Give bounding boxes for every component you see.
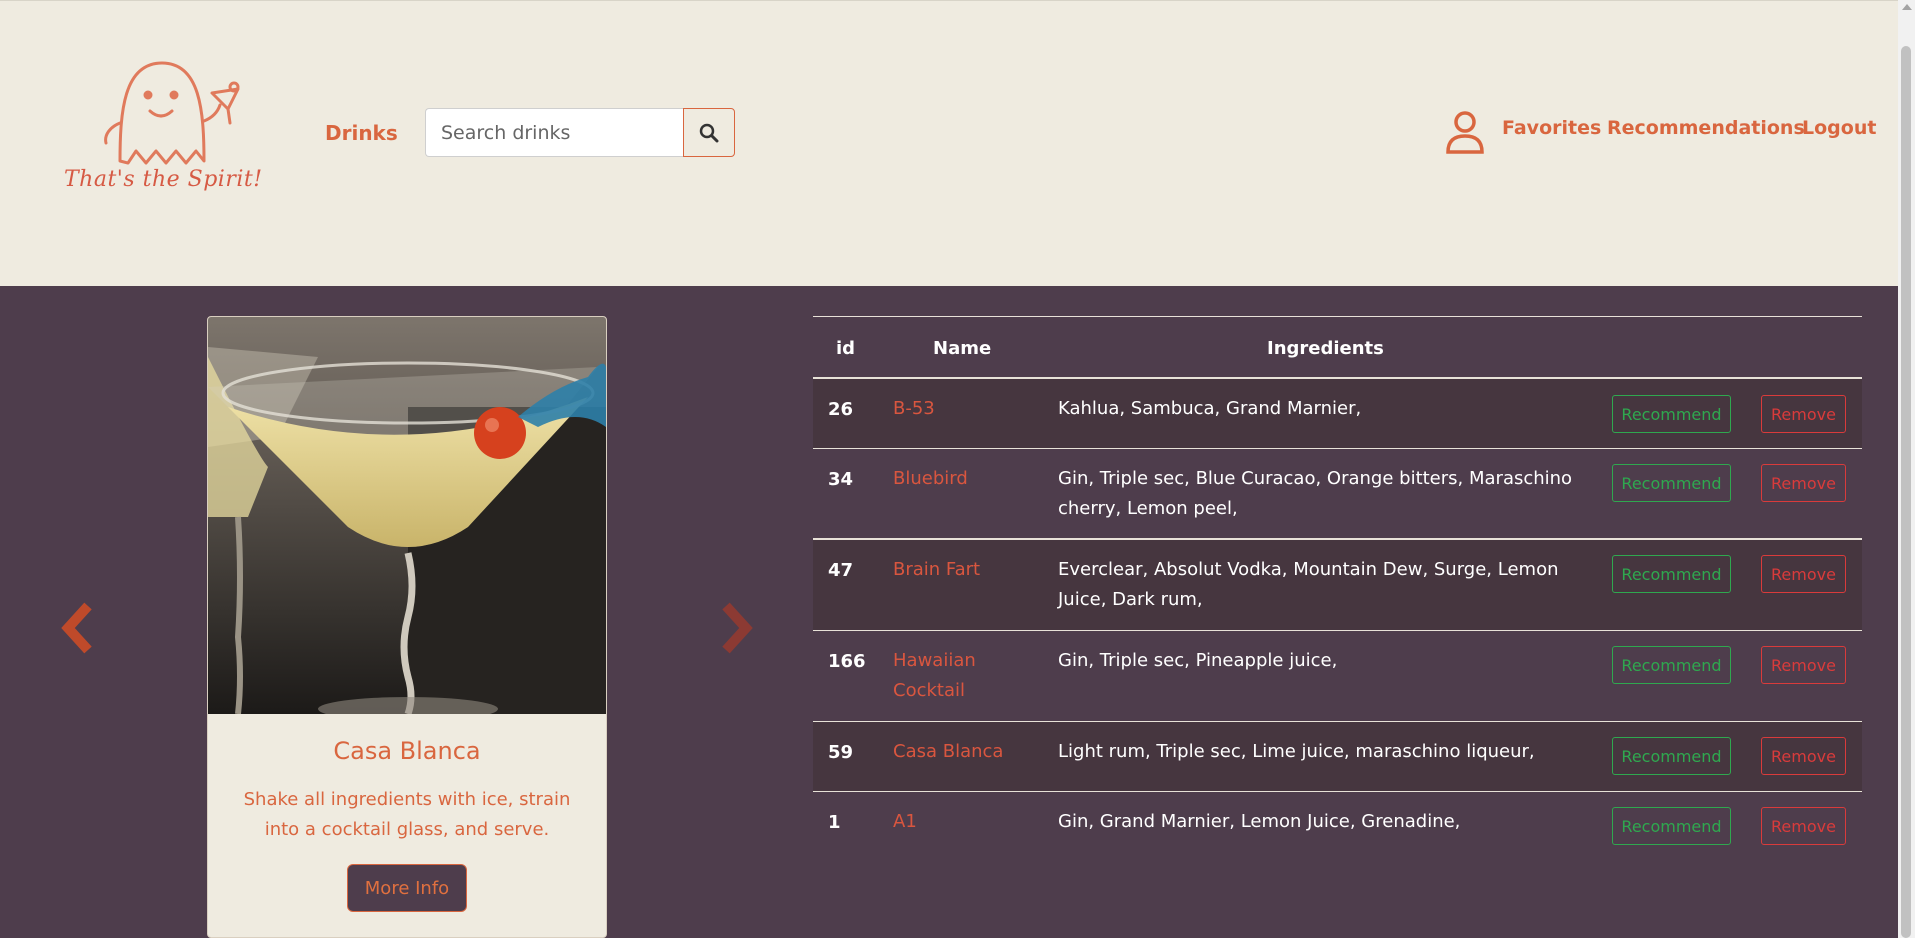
recommend-button[interactable]: Recommend <box>1612 646 1731 684</box>
row-ingredients: Everclear, Absolut Vodka, Mountain Dew, … <box>1058 559 1559 610</box>
remove-button[interactable]: Remove <box>1761 464 1846 502</box>
table-row: 166 Hawaiian Cocktail Gin, Triple sec, P… <box>813 631 1862 722</box>
recommend-button[interactable]: Recommend <box>1612 807 1731 845</box>
search-input[interactable] <box>425 108 684 157</box>
remove-button[interactable]: Remove <box>1761 646 1846 684</box>
table-row: 1 A1 Gin, Grand Marnier, Lemon Juice, Gr… <box>813 792 1862 862</box>
recommend-button[interactable]: Recommend <box>1612 395 1731 433</box>
favorites-table: id Name Ingredients 26 B-53 Kahlua, Samb… <box>813 316 1862 862</box>
table-header: id Name Ingredients <box>813 317 1862 379</box>
header-ingredients: Ingredients <box>1267 338 1384 359</box>
scrollbar[interactable] <box>1898 0 1915 938</box>
row-ingredients: Gin, Triple sec, Blue Curacao, Orange bi… <box>1058 468 1573 519</box>
chevron-left-icon[interactable] <box>58 598 98 658</box>
remove-button[interactable]: Remove <box>1761 807 1846 845</box>
header-name: Name <box>933 338 992 359</box>
table-row: 34 Bluebird Gin, Triple sec, Blue Curaca… <box>813 449 1862 540</box>
row-ingredients: Gin, Grand Marnier, Lemon Juice, Grenadi… <box>1058 811 1461 832</box>
more-info-button[interactable]: More Info <box>347 864 467 912</box>
remove-button[interactable]: Remove <box>1761 395 1846 433</box>
row-id: 34 <box>828 469 854 490</box>
search-button[interactable] <box>683 108 735 157</box>
logo-text: That's the Spirit! <box>64 167 263 192</box>
row-drink-link[interactable]: Bluebird <box>893 464 1043 494</box>
search-icon <box>699 123 719 142</box>
scroll-up-arrow-icon[interactable] <box>1902 4 1912 10</box>
row-ingredients: Light rum, Triple sec, Lime juice, maras… <box>1058 741 1535 762</box>
nav-drinks-link[interactable]: Drinks <box>325 121 398 145</box>
row-id: 166 <box>828 651 866 672</box>
header-id: id <box>836 338 856 359</box>
row-id: 1 <box>828 812 841 833</box>
row-drink-link[interactable]: Casa Blanca <box>893 737 1043 767</box>
remove-button[interactable]: Remove <box>1761 737 1846 775</box>
row-drink-link[interactable]: B-53 <box>893 394 1043 424</box>
recommend-button[interactable]: Recommend <box>1612 464 1731 502</box>
row-id: 59 <box>828 742 854 763</box>
table-row: 59 Casa Blanca Light rum, Triple sec, Li… <box>813 722 1862 792</box>
drink-photo <box>208 317 606 714</box>
favorites-link[interactable]: Favorites <box>1502 117 1601 139</box>
drink-card: Casa Blanca Shake all ingredients with i… <box>207 316 607 938</box>
drink-title: Casa Blanca <box>333 737 481 765</box>
row-drink-link[interactable]: A1 <box>893 807 1043 837</box>
header: That's the Spirit! Drinks Favorites Reco… <box>0 0 1898 286</box>
recommend-button[interactable]: Recommend <box>1612 555 1731 593</box>
scroll-thumb[interactable] <box>1901 46 1911 938</box>
row-id: 47 <box>828 560 854 581</box>
user-icon[interactable] <box>1445 109 1485 154</box>
chevron-right-icon[interactable] <box>716 598 756 658</box>
remove-button[interactable]: Remove <box>1761 555 1846 593</box>
row-id: 26 <box>828 399 854 420</box>
row-ingredients: Gin, Triple sec, Pineapple juice, <box>1058 650 1338 671</box>
row-ingredients: Kahlua, Sambuca, Grand Marnier, <box>1058 398 1362 419</box>
row-drink-link[interactable]: Brain Fart <box>893 555 1043 585</box>
recommendations-link[interactable]: Recommendations <box>1607 117 1805 139</box>
recommend-button[interactable]: Recommend <box>1612 737 1731 775</box>
drink-description: Shake all ingredients with ice, strain i… <box>243 789 571 840</box>
row-drink-link[interactable]: Hawaiian Cocktail <box>893 646 1043 706</box>
table-row: 47 Brain Fart Everclear, Absolut Vodka, … <box>813 540 1862 631</box>
logout-link[interactable]: Logout <box>1802 117 1876 139</box>
table-row: 26 B-53 Kahlua, Sambuca, Grand Marnier, … <box>813 379 1862 449</box>
